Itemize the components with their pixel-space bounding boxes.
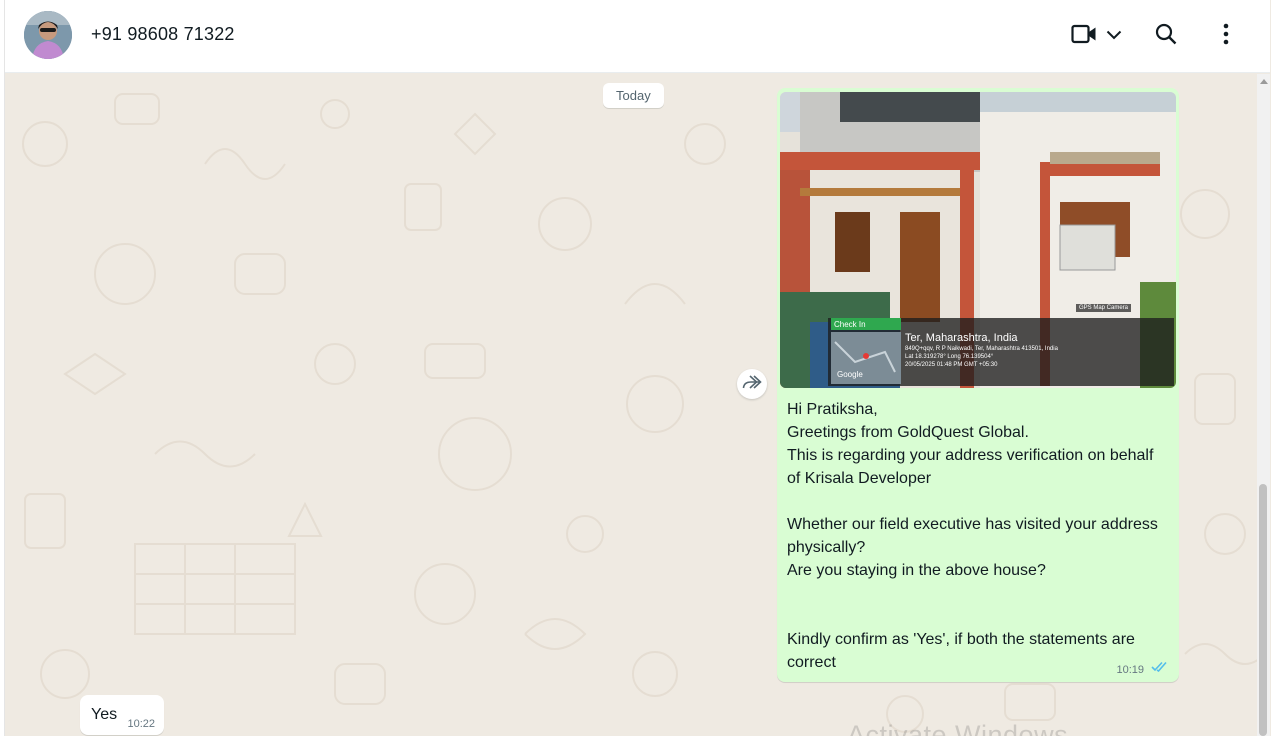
message-text: Yes (91, 706, 118, 723)
chevron-down-icon (1106, 27, 1122, 45)
incoming-message[interactable]: Yes 10:22 (80, 695, 164, 735)
photo-map-label: Google (837, 370, 863, 379)
forward-icon (742, 374, 762, 394)
forward-button[interactable] (737, 369, 767, 399)
outgoing-message[interactable]: Check In Google GPS Map Camera Ter, Maha… (777, 88, 1179, 682)
scrollbar[interactable] (1257, 74, 1270, 736)
photo-place: Ter, Maharashtra, India (905, 332, 1018, 344)
photo-datetime: 20/05/2025 01:48 PM GMT +05:30 (905, 362, 998, 368)
photo-coords: Lat 18.319278° Long 76.139504° (905, 354, 994, 360)
activate-windows-watermark: Activate Windows (847, 720, 1069, 736)
avatar[interactable] (24, 11, 72, 59)
message-time: 10:22 (127, 718, 155, 730)
menu-dots-icon (1223, 23, 1229, 50)
contact-name[interactable]: +91 98608 71322 (91, 24, 235, 45)
date-divider: Today (603, 83, 664, 108)
photo-camera-label: GPS Map Camera (1076, 304, 1132, 312)
photo-badge: Check In (834, 320, 866, 329)
video-call-button[interactable] (1065, 18, 1127, 54)
video-call-icon (1070, 24, 1097, 49)
scroll-up-arrow[interactable] (1260, 79, 1268, 84)
photo-address: 849Q+qqv, R P Naikwadi, Ter, Maharashtra… (905, 346, 1058, 352)
search-icon (1155, 23, 1177, 50)
read-receipt-icon (1151, 659, 1169, 677)
menu-button[interactable] (1215, 18, 1237, 54)
message-time: 10:19 (1116, 664, 1144, 676)
scroll-thumb[interactable] (1259, 484, 1267, 736)
search-button[interactable] (1153, 18, 1179, 54)
message-text: Hi Pratiksha, Greetings from GoldQuest G… (787, 401, 1158, 671)
chat-area[interactable]: Today Check In Google GPS Map Camera Ter… (5, 74, 1257, 736)
message-photo[interactable]: Check In Google GPS Map Camera Ter, Maha… (780, 92, 1176, 388)
chat-header: +91 98608 71322 (5, 0, 1270, 73)
